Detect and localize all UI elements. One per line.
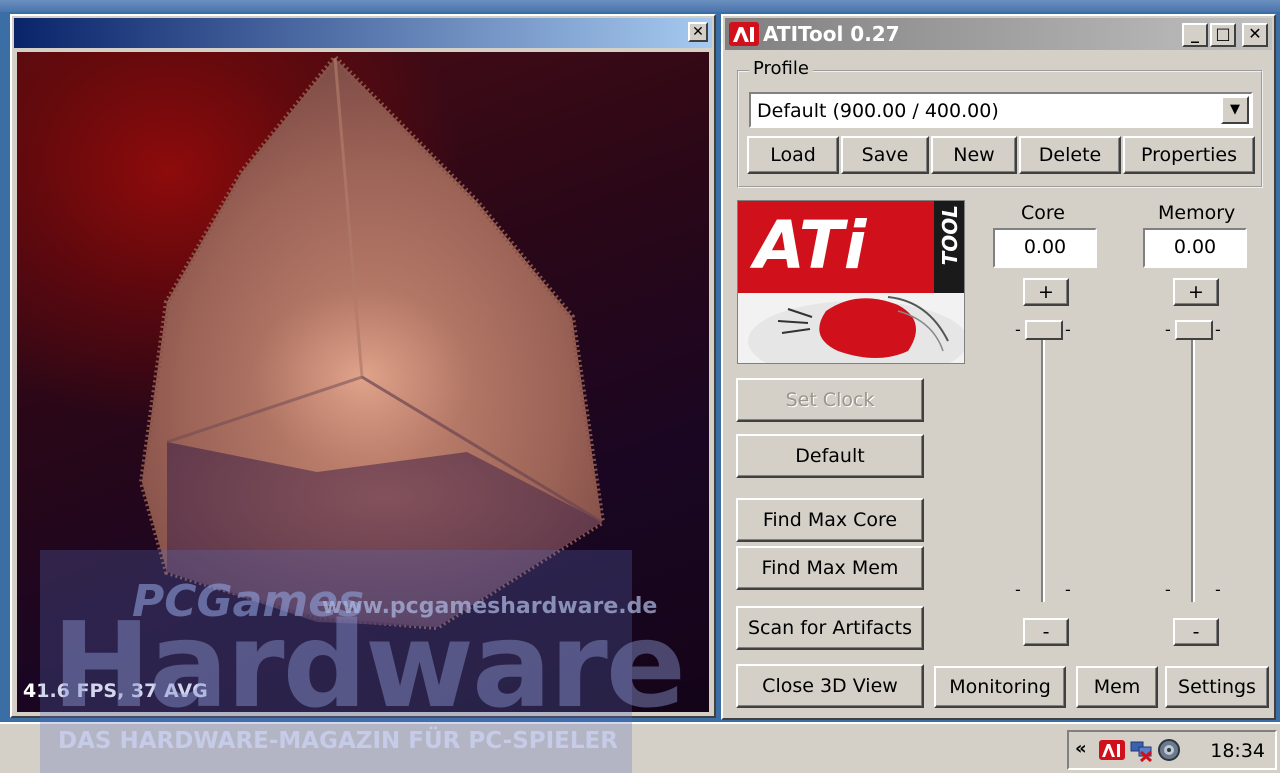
find-max-mem-button[interactable]: Find Max Mem <box>736 546 924 590</box>
memory-clock-value[interactable]: 0.00 <box>1143 228 1247 268</box>
tray-expand-chevron-icon[interactable]: « <box>1075 738 1087 759</box>
logo-side-text: TOOL <box>938 205 962 266</box>
desktop-background <box>0 0 1280 12</box>
settings-button[interactable]: Settings <box>1165 666 1269 708</box>
memory-slider-track[interactable] <box>1191 334 1195 602</box>
save-button[interactable]: Save <box>841 136 929 174</box>
profile-dropdown[interactable]: Default (900.00 / 400.00) ▼ <box>749 92 1253 128</box>
dropdown-arrow-icon[interactable]: ▼ <box>1221 96 1249 124</box>
monitoring-button[interactable]: Monitoring <box>934 666 1066 708</box>
core-slider-track[interactable] <box>1041 334 1045 602</box>
taskbar: « 18:34 <box>0 722 1280 773</box>
atitool-app-icon <box>729 22 759 46</box>
3d-render-viewport: 41.6 FPS, 37 AVG <box>17 52 709 712</box>
atitool-title: ATITool 0.27 <box>763 22 900 46</box>
atitool-titlebar[interactable]: ATITool 0.27 _ □ ✕ <box>725 18 1272 50</box>
scan-for-artifacts-button[interactable]: Scan for Artifacts <box>736 606 924 650</box>
core-label: Core <box>1021 202 1065 224</box>
system-tray: « 18:34 <box>1067 730 1277 770</box>
ati-tool-logo: ATi TOOL <box>737 200 965 364</box>
profile-groupbox: Profile Default (900.00 / 400.00) ▼ Load… <box>737 58 1263 188</box>
memory-label: Memory <box>1158 202 1236 224</box>
core-decrease-button[interactable]: - <box>1023 618 1069 646</box>
atitool-tray-icon[interactable] <box>1099 738 1125 762</box>
core-tick-top-left: - <box>1015 320 1021 339</box>
minimize-button[interactable]: _ <box>1182 23 1208 47</box>
properties-button[interactable]: Properties <box>1123 136 1255 174</box>
set-clock-button[interactable]: Set Clock <box>736 378 924 422</box>
3d-view-close-button[interactable]: ✕ <box>688 22 708 42</box>
memory-tick-top-left: - <box>1165 320 1171 339</box>
find-max-core-button[interactable]: Find Max Core <box>736 498 924 542</box>
memory-tick-bottom-right: - <box>1215 580 1221 599</box>
maximize-button[interactable]: □ <box>1210 23 1236 47</box>
close-button[interactable]: ✕ <box>1242 23 1268 47</box>
fur-cube-render <box>138 53 606 631</box>
memory-tick-top-right: - <box>1215 320 1221 339</box>
memory-increase-button[interactable]: + <box>1173 278 1219 306</box>
volume-icon[interactable] <box>1157 738 1183 762</box>
3d-view-titlebar[interactable]: ✕ <box>14 18 712 48</box>
core-tick-bottom-right: - <box>1065 580 1071 599</box>
load-button[interactable]: Load <box>747 136 839 174</box>
network-disconnected-icon[interactable] <box>1129 738 1155 762</box>
mem-button[interactable]: Mem <box>1076 666 1158 708</box>
atitool-window: ATITool 0.27 _ □ ✕ Profile Default (900.… <box>721 14 1276 720</box>
core-tick-top-right: - <box>1065 320 1071 339</box>
memory-tick-bottom-left: - <box>1165 580 1171 599</box>
3d-view-window: ✕ 41.6 FPS, 37 AVG <box>10 14 716 718</box>
core-slider-thumb[interactable] <box>1025 320 1063 340</box>
memory-decrease-button[interactable]: - <box>1173 618 1219 646</box>
fps-counter: 41.6 FPS, 37 AVG <box>23 680 208 702</box>
core-increase-button[interactable]: + <box>1023 278 1069 306</box>
core-clock-value[interactable]: 0.00 <box>993 228 1097 268</box>
default-button[interactable]: Default <box>736 434 924 478</box>
close-3d-view-button[interactable]: Close 3D View <box>736 664 924 708</box>
new-button[interactable]: New <box>931 136 1017 174</box>
delete-button[interactable]: Delete <box>1019 136 1121 174</box>
taskbar-clock[interactable]: 18:34 <box>1210 740 1265 762</box>
profile-label: Profile <box>749 58 813 79</box>
profile-selected-value: Default (900.00 / 400.00) <box>757 100 999 122</box>
memory-slider-thumb[interactable] <box>1175 320 1213 340</box>
core-tick-bottom-left: - <box>1015 580 1021 599</box>
logo-text: ATi <box>754 207 867 284</box>
